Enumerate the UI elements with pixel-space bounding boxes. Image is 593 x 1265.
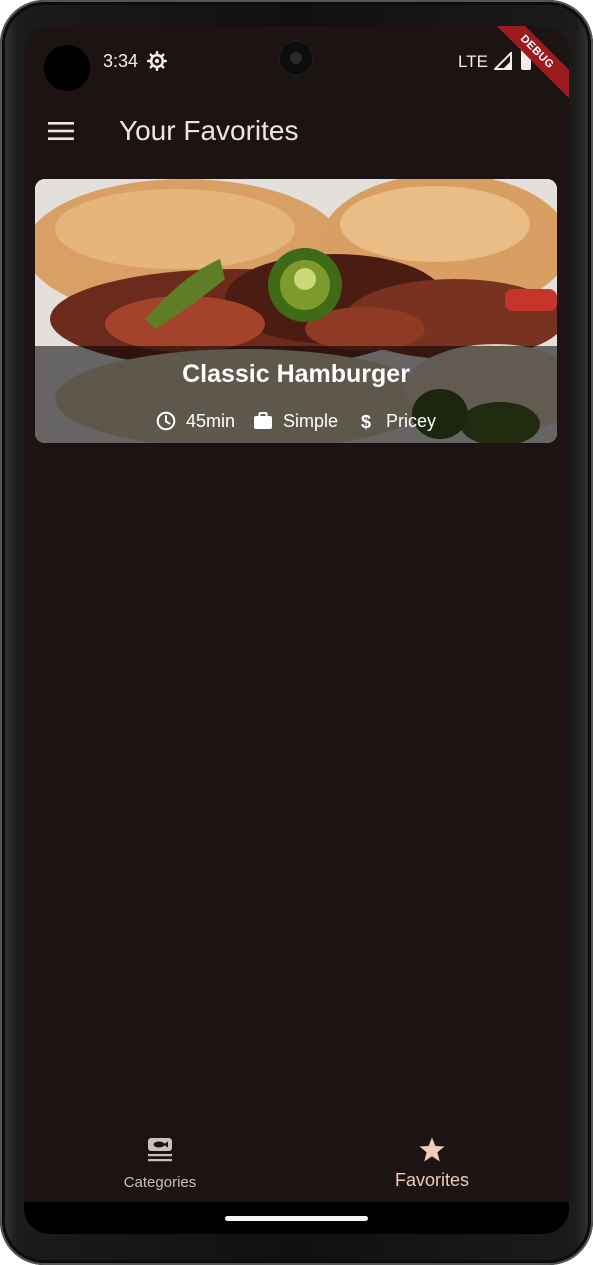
meal-card[interactable]: Classic Hamburger 45min Simple $ Pricey xyxy=(35,179,557,443)
app-bar: Your Favorites xyxy=(24,96,569,166)
meal-affordability: $ Pricey xyxy=(356,411,436,432)
network-label: LTE xyxy=(458,52,488,71)
meal-title: Classic Hamburger xyxy=(182,360,410,388)
svg-text:$: $ xyxy=(361,412,371,431)
meal-card-overlay: Classic Hamburger 45min Simple $ Pricey xyxy=(35,346,557,443)
phone-frame: 3:34 LTE DEBUG Your Favorites Classic Ha… xyxy=(0,0,593,1265)
gesture-area xyxy=(24,1202,569,1234)
nav-label-favorites: Favorites xyxy=(394,1170,470,1190)
screen: 3:34 LTE DEBUG Your Favorites Classic Ha… xyxy=(24,26,569,1234)
status-time: 3:34 xyxy=(103,51,139,71)
nav-item-favorites[interactable]: Favorites xyxy=(296,1116,568,1202)
settings-icon xyxy=(147,51,167,71)
dollar-icon: $ xyxy=(361,412,371,431)
home-indicator[interactable] xyxy=(225,1216,368,1221)
nav-label-categories: Categories xyxy=(123,1174,197,1191)
camera-hole xyxy=(44,45,90,91)
meal-complexity: Simple xyxy=(253,411,338,432)
briefcase-icon xyxy=(253,412,272,429)
menu-icon[interactable] xyxy=(48,120,74,142)
page-title: Your Favorites xyxy=(119,115,299,146)
bottom-navigation: Categories Favorites xyxy=(24,1116,569,1202)
nav-item-categories[interactable]: Categories xyxy=(24,1116,296,1202)
signal-icon xyxy=(494,52,512,70)
status-bar: 3:34 LTE DEBUG xyxy=(24,26,569,102)
complexity-label: Simple xyxy=(282,410,339,431)
duration-label: 45min xyxy=(185,410,235,431)
set-meal-icon xyxy=(148,1138,172,1162)
meal-duration: 45min xyxy=(156,411,235,432)
star-icon xyxy=(419,1137,445,1162)
front-camera xyxy=(280,42,312,74)
affordability-label: Pricey xyxy=(386,410,437,431)
clock-icon xyxy=(156,411,176,431)
meal-meta: 45min Simple $ Pricey xyxy=(35,409,557,433)
